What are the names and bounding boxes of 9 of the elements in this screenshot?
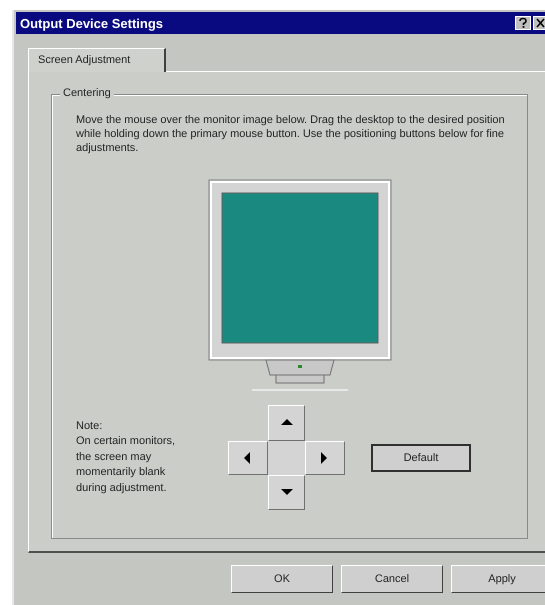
default-button[interactable]: Default [371, 444, 471, 472]
note-text: Note: On certain monitors, the screen may momentarily blank during adjustment. [76, 418, 176, 496]
tab[interactable]: Screen Adjustment [28, 48, 166, 72]
dialog-button[interactable]: Cancel [341, 565, 443, 593]
instruction-text: Move the mouse over the monitor image below. Drag the desktop to the desired position while holding down the primary mouse button. Use the positioning buttons below for fine adjustments. [76, 113, 506, 155]
dialog-button[interactable]: Apply [451, 565, 545, 593]
window-title: Output Device Settings [20, 16, 164, 30]
group-title: Centering [60, 87, 114, 99]
dialog-button[interactable]: OK [231, 565, 333, 593]
